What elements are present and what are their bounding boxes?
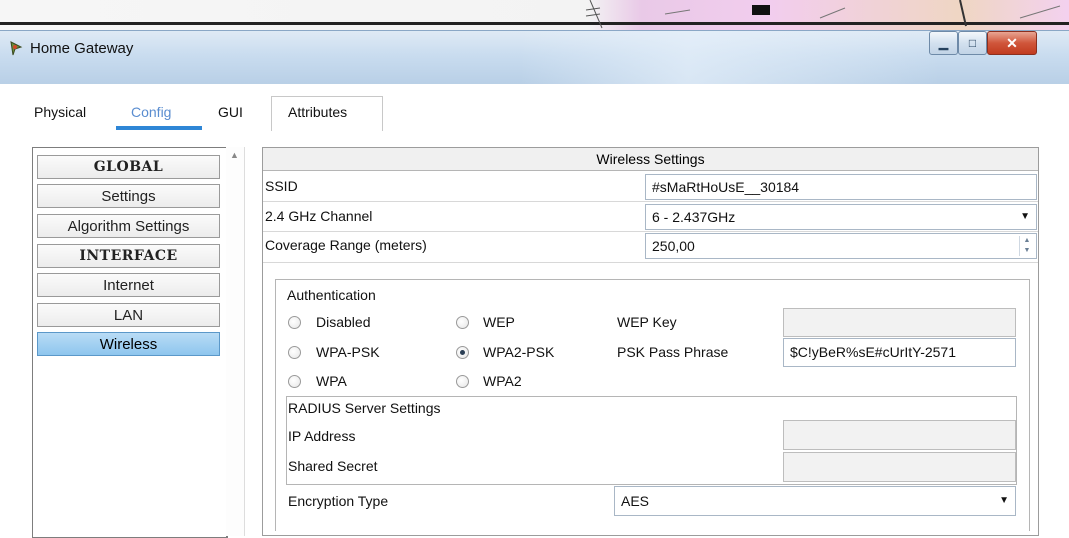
ip-address-label: IP Address bbox=[288, 428, 356, 444]
minimize-icon: ▁ bbox=[938, 36, 949, 50]
sidebar-scrollbar[interactable]: ▲ bbox=[226, 147, 245, 536]
authentication-label: Authentication bbox=[287, 287, 376, 303]
shared-secret-label: Shared Secret bbox=[288, 458, 378, 474]
coverage-value: 250,00 bbox=[652, 238, 695, 254]
radio-disabled-label: Disabled bbox=[316, 314, 371, 330]
close-icon: ✕ bbox=[1006, 34, 1018, 51]
wep-key-input[interactable] bbox=[783, 308, 1016, 337]
window-title: Home Gateway bbox=[30, 40, 134, 57]
chevron-down-icon[interactable]: ▼ bbox=[1020, 205, 1030, 229]
maximize-icon: □ bbox=[968, 36, 977, 50]
ip-address-input[interactable] bbox=[783, 420, 1016, 450]
row-divider bbox=[263, 201, 1038, 202]
sidebar-header-interface: INTERFACE bbox=[37, 244, 220, 268]
channel-label: 2.4 GHz Channel bbox=[265, 208, 373, 224]
section-title: Wireless Settings bbox=[263, 148, 1038, 171]
radio-disabled[interactable] bbox=[288, 316, 301, 329]
encryption-type-label: Encryption Type bbox=[288, 493, 389, 509]
coverage-label: Coverage Range (meters) bbox=[265, 237, 427, 253]
tab-gui[interactable]: GUI bbox=[218, 104, 243, 120]
radio-wpa2-psk-label: WPA2-PSK bbox=[483, 344, 555, 360]
minimize-button[interactable]: ▁ bbox=[929, 31, 958, 55]
radio-wpa2-label: WPA2 bbox=[483, 373, 522, 389]
close-button[interactable]: ✕ bbox=[987, 31, 1037, 55]
desktop-background bbox=[0, 0, 1069, 30]
radio-wpa-psk-label: WPA-PSK bbox=[316, 344, 380, 360]
sidebar-header-global: GLOBAL bbox=[37, 155, 220, 179]
radio-wpa2[interactable] bbox=[456, 375, 469, 388]
row-divider bbox=[263, 262, 1038, 263]
psk-passphrase-label: PSK Pass Phrase bbox=[617, 344, 729, 360]
tab-config[interactable]: Config bbox=[131, 104, 171, 120]
psk-passphrase-input[interactable]: $C!yBeR%sE#cUrItY-2571 bbox=[783, 338, 1016, 367]
radio-wpa2-psk[interactable] bbox=[456, 346, 469, 359]
active-tab-indicator bbox=[116, 126, 202, 130]
sidebar-item-internet[interactable]: Internet bbox=[37, 273, 220, 297]
sidebar-item-lan[interactable]: LAN bbox=[37, 303, 220, 327]
radio-wep-label: WEP bbox=[483, 314, 515, 330]
encryption-type-value: AES bbox=[621, 493, 650, 509]
channel-value: 6 - 2.437GHz bbox=[652, 209, 736, 225]
tab-physical[interactable]: Physical bbox=[34, 104, 86, 120]
radio-wpa[interactable] bbox=[288, 375, 301, 388]
radio-wpa-psk[interactable] bbox=[288, 346, 301, 359]
scroll-up-icon[interactable]: ▲ bbox=[230, 150, 239, 160]
spinner-arrows-icon[interactable]: ▲ ▼ bbox=[1019, 236, 1034, 256]
maximize-button[interactable]: □ bbox=[958, 31, 987, 55]
sidebar-item-wireless[interactable]: Wireless bbox=[37, 332, 220, 356]
channel-select[interactable]: 6 - 2.437GHz ▼ bbox=[645, 204, 1037, 230]
app-icon bbox=[8, 40, 24, 56]
sidebar-item-settings[interactable]: Settings bbox=[37, 184, 220, 208]
shared-secret-input[interactable] bbox=[783, 452, 1016, 482]
tab-attributes[interactable]: Attributes bbox=[288, 104, 347, 120]
row-divider bbox=[263, 231, 1038, 232]
wep-key-label: WEP Key bbox=[617, 314, 677, 330]
coverage-spinbox[interactable]: 250,00 ▲ ▼ bbox=[645, 233, 1037, 259]
ssid-label: SSID bbox=[265, 178, 298, 194]
radius-title: RADIUS Server Settings bbox=[288, 400, 441, 416]
sidebar-item-algorithm-settings[interactable]: Algorithm Settings bbox=[37, 214, 220, 238]
chevron-down-icon[interactable]: ▼ bbox=[999, 487, 1009, 515]
radio-wep[interactable] bbox=[456, 316, 469, 329]
encryption-type-select[interactable]: AES ▼ bbox=[614, 486, 1016, 516]
ssid-input[interactable]: #sMaRtHoUsE__30184 bbox=[645, 174, 1037, 200]
title-bar[interactable] bbox=[0, 30, 1069, 85]
radio-wpa-label: WPA bbox=[316, 373, 347, 389]
